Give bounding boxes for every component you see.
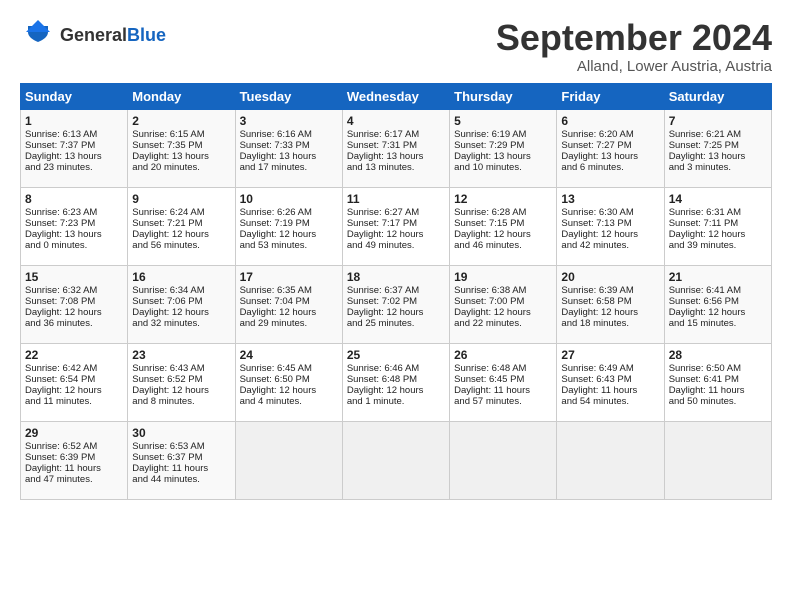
col-monday: Monday [128,83,235,109]
table-row: 12 Sunrise: 6:28 AMSunset: 7:15 PMDaylig… [450,187,557,265]
table-row: 20 Sunrise: 6:39 AMSunset: 6:58 PMDaylig… [557,265,664,343]
table-row: 1 Sunrise: 6:13 AMSunset: 7:37 PMDayligh… [21,109,128,187]
logo: GeneralBlue [20,18,166,54]
col-sunday: Sunday [21,83,128,109]
col-friday: Friday [557,83,664,109]
week-row: 29 Sunrise: 6:52 AMSunset: 6:39 PMDaylig… [21,421,772,499]
table-row [557,421,664,499]
page: GeneralBlue September 2024 Alland, Lower… [0,0,792,612]
header: GeneralBlue September 2024 Alland, Lower… [20,18,772,75]
col-wednesday: Wednesday [342,83,449,109]
table-row [342,421,449,499]
table-row: 29 Sunrise: 6:52 AMSunset: 6:39 PMDaylig… [21,421,128,499]
week-row: 15 Sunrise: 6:32 AMSunset: 7:08 PMDaylig… [21,265,772,343]
table-row: 6 Sunrise: 6:20 AMSunset: 7:27 PMDayligh… [557,109,664,187]
table-row: 23 Sunrise: 6:43 AMSunset: 6:52 PMDaylig… [128,343,235,421]
table-row: 9 Sunrise: 6:24 AMSunset: 7:21 PMDayligh… [128,187,235,265]
week-row: 8 Sunrise: 6:23 AMSunset: 7:23 PMDayligh… [21,187,772,265]
location: Alland, Lower Austria, Austria [496,58,772,75]
table-row: 25 Sunrise: 6:46 AMSunset: 6:48 PMDaylig… [342,343,449,421]
table-row: 10 Sunrise: 6:26 AMSunset: 7:19 PMDaylig… [235,187,342,265]
table-row: 17 Sunrise: 6:35 AMSunset: 7:04 PMDaylig… [235,265,342,343]
table-row: 18 Sunrise: 6:37 AMSunset: 7:02 PMDaylig… [342,265,449,343]
table-row: 13 Sunrise: 6:30 AMSunset: 7:13 PMDaylig… [557,187,664,265]
table-row: 7 Sunrise: 6:21 AMSunset: 7:25 PMDayligh… [664,109,771,187]
table-row: 28 Sunrise: 6:50 AMSunset: 6:41 PMDaylig… [664,343,771,421]
table-row: 15 Sunrise: 6:32 AMSunset: 7:08 PMDaylig… [21,265,128,343]
table-row: 19 Sunrise: 6:38 AMSunset: 7:00 PMDaylig… [450,265,557,343]
table-row: 16 Sunrise: 6:34 AMSunset: 7:06 PMDaylig… [128,265,235,343]
table-row: 24 Sunrise: 6:45 AMSunset: 6:50 PMDaylig… [235,343,342,421]
table-row [664,421,771,499]
table-row: 22 Sunrise: 6:42 AMSunset: 6:54 PMDaylig… [21,343,128,421]
week-row: 1 Sunrise: 6:13 AMSunset: 7:37 PMDayligh… [21,109,772,187]
table-row: 11 Sunrise: 6:27 AMSunset: 7:17 PMDaylig… [342,187,449,265]
table-row: 8 Sunrise: 6:23 AMSunset: 7:23 PMDayligh… [21,187,128,265]
table-row [235,421,342,499]
col-thursday: Thursday [450,83,557,109]
calendar: Sunday Monday Tuesday Wednesday Thursday… [20,83,772,500]
logo-text: GeneralBlue [60,26,166,46]
table-row: 2 Sunrise: 6:15 AMSunset: 7:35 PMDayligh… [128,109,235,187]
table-row: 27 Sunrise: 6:49 AMSunset: 6:43 PMDaylig… [557,343,664,421]
table-row [450,421,557,499]
month-title: September 2024 [496,18,772,58]
table-row: 4 Sunrise: 6:17 AMSunset: 7:31 PMDayligh… [342,109,449,187]
table-row: 3 Sunrise: 6:16 AMSunset: 7:33 PMDayligh… [235,109,342,187]
table-row: 14 Sunrise: 6:31 AMSunset: 7:11 PMDaylig… [664,187,771,265]
title-block: September 2024 Alland, Lower Austria, Au… [496,18,772,75]
table-row: 21 Sunrise: 6:41 AMSunset: 6:56 PMDaylig… [664,265,771,343]
col-saturday: Saturday [664,83,771,109]
col-tuesday: Tuesday [235,83,342,109]
table-row: 26 Sunrise: 6:48 AMSunset: 6:45 PMDaylig… [450,343,557,421]
table-row: 30 Sunrise: 6:53 AMSunset: 6:37 PMDaylig… [128,421,235,499]
logo-icon [20,18,56,54]
week-row: 22 Sunrise: 6:42 AMSunset: 6:54 PMDaylig… [21,343,772,421]
table-row: 5 Sunrise: 6:19 AMSunset: 7:29 PMDayligh… [450,109,557,187]
